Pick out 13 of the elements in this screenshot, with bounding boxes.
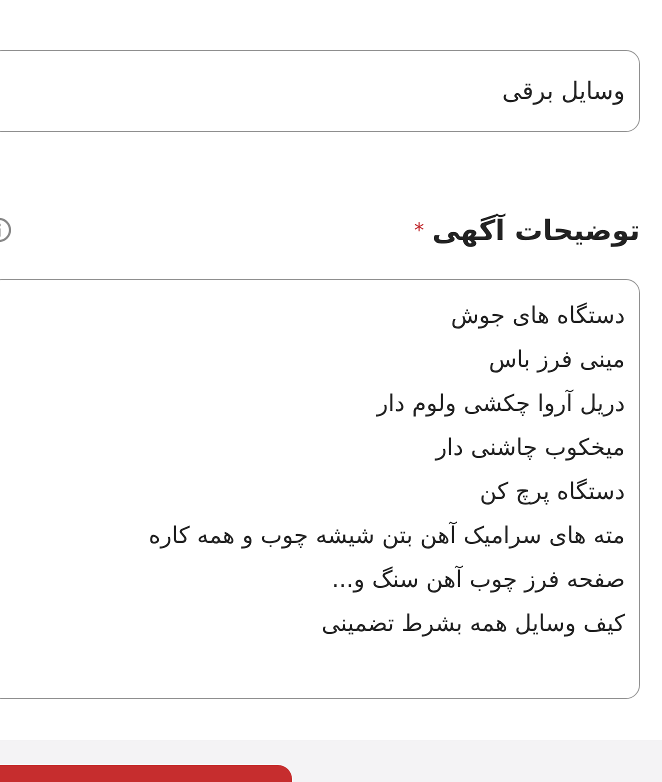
description-line: دستگاه های جوش (450, 302, 625, 331)
description-line: دریل آروا چکشی ولوم دار (375, 388, 625, 419)
field-label: توضیحات آگهی (432, 214, 640, 246)
description-line: میخکوب چاشنی دار (434, 434, 625, 463)
description-textarea[interactable]: دستگاه های جوش مینی فرز باس دریل آروا چکشی ولوم دار میخکوب چاشنی دار دستگاه پرچ کن مته های سرامیک آهن بتن شیشه چوب و همه کاره صفحه فرز چوب آهن سنگ و... کیف وسایل همه بشرط تضمینی (0, 279, 640, 699)
description-line: مینی فرز باس (488, 346, 625, 375)
description-line: صفحه فرز چوب آهن سنگ و... (330, 564, 625, 595)
description-line: کیف وسایل همه بشرط تضمینی (320, 610, 625, 639)
field-value: وسایل برقی (502, 77, 625, 105)
category-field[interactable]: وسایل برقی (0, 50, 640, 132)
description-line: دستگاه پرچ کن (478, 478, 625, 507)
required-mark: * (414, 218, 424, 242)
description-line: مته های سرامیک آهن بتن شیشه چوب و همه کاره (148, 520, 625, 551)
